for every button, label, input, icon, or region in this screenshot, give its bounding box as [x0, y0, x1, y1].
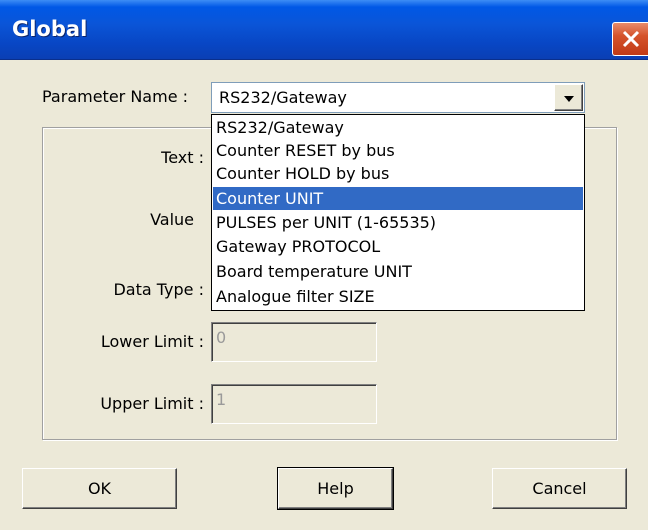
window-title: Global: [12, 17, 88, 41]
chevron-down-icon: [564, 96, 574, 102]
dropdown-button[interactable]: [554, 84, 583, 111]
dropdown-option[interactable]: Board temperature UNIT: [213, 260, 583, 283]
help-button[interactable]: Help: [277, 467, 394, 510]
dropdown-option[interactable]: Gateway PROTOCOL: [213, 235, 583, 258]
dropdown-option[interactable]: PULSES per UNIT (1-65535): [213, 211, 583, 234]
title-bar: Global: [0, 0, 648, 60]
value-label: Value: [150, 210, 194, 229]
upper-limit-label: Upper Limit :: [100, 394, 204, 413]
close-icon: [622, 30, 640, 48]
parameter-name-value: RS232/Gateway: [219, 88, 347, 107]
lower-limit-label: Lower Limit :: [100, 332, 204, 351]
ok-button[interactable]: OK: [22, 468, 177, 509]
cancel-button[interactable]: Cancel: [492, 468, 627, 509]
dropdown-option[interactable]: Counter RESET by bus: [213, 139, 583, 162]
data-type-label: Data Type :: [113, 280, 204, 299]
dropdown-option-selected[interactable]: Counter UNIT: [213, 187, 583, 210]
lower-limit-value: 0: [216, 328, 227, 347]
dropdown-option[interactable]: RS232/Gateway: [213, 116, 583, 139]
upper-limit-field: 1: [211, 384, 377, 424]
close-button[interactable]: [612, 22, 648, 56]
parameter-name-label: Parameter Name :: [42, 87, 189, 106]
parameter-name-combobox[interactable]: RS232/Gateway: [211, 82, 585, 113]
parameter-dropdown-list[interactable]: RS232/Gateway Counter RESET by bus Count…: [211, 114, 585, 311]
text-label: Text :: [161, 148, 204, 167]
dropdown-option[interactable]: Counter HOLD by bus: [213, 162, 583, 185]
upper-limit-value: 1: [216, 390, 227, 409]
lower-limit-field: 0: [211, 322, 377, 362]
dropdown-option[interactable]: Analogue filter SIZE: [213, 285, 583, 308]
